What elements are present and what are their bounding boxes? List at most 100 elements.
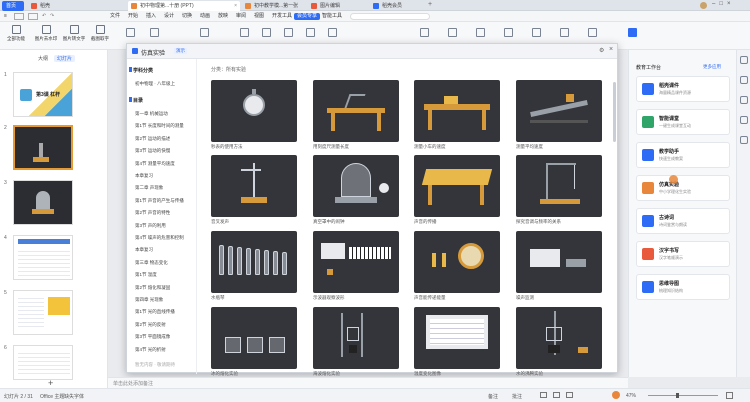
- zoom-slider[interactable]: [648, 395, 718, 396]
- tool-icon[interactable]: [476, 28, 485, 37]
- tab-document[interactable]: 初中教学模...第一张: [242, 1, 302, 11]
- avatar[interactable]: [700, 2, 707, 9]
- workbench-item[interactable]: 汉字书写 汉字笔顺演示: [636, 241, 730, 267]
- experiment-title[interactable]: 噪声监测: [516, 295, 534, 301]
- screenshot-ocr-button[interactable]: 截图取字: [88, 25, 112, 42]
- tool-icon[interactable]: [740, 76, 748, 84]
- comment-toggle[interactable]: 批注: [512, 393, 522, 400]
- menu-review[interactable]: 审阅: [236, 11, 246, 22]
- slide-thumbnail-1[interactable]: 第3课 杠杆: [13, 72, 73, 117]
- image-to-text-button[interactable]: 图片转文字: [62, 25, 86, 42]
- menu-animation[interactable]: 动画: [200, 11, 210, 22]
- tool-icon[interactable]: [588, 28, 597, 37]
- search-input[interactable]: [350, 13, 430, 20]
- more-apps-link[interactable]: 更多应用: [703, 64, 721, 70]
- tool-icon[interactable]: [504, 28, 513, 37]
- category-item[interactable]: 第4节 光的折射: [135, 347, 166, 353]
- slide-thumbnail-3[interactable]: [13, 180, 73, 225]
- sorter-view-icon[interactable]: [553, 392, 560, 398]
- undo-icon[interactable]: ↶: [42, 11, 46, 22]
- category-item[interactable]: 第1节 长度和时间的测量: [135, 123, 184, 129]
- category-item[interactable]: 第4节 测量平均速度: [135, 161, 175, 167]
- redo-icon[interactable]: ↷: [50, 11, 54, 22]
- experiment-title[interactable]: 测量小车的速度: [414, 144, 446, 150]
- all-features-button[interactable]: 全部功能: [4, 25, 28, 42]
- category-item[interactable]: 第1节 光的直线传播: [135, 309, 175, 315]
- print-icon[interactable]: [28, 13, 38, 20]
- experiment-card[interactable]: [313, 231, 399, 293]
- category-item[interactable]: 第2节 光的反射: [135, 322, 166, 328]
- experiment-card[interactable]: [516, 155, 602, 217]
- experiment-card[interactable]: [313, 155, 399, 217]
- tool-icon[interactable]: [262, 28, 271, 37]
- menu-hamburger-icon[interactable]: ≡: [4, 11, 7, 22]
- experiment-title[interactable]: 用刻度尺测量长度: [313, 144, 349, 150]
- notes-bar[interactable]: 单击此处添加备注: [108, 377, 628, 388]
- experiment-card[interactable]: [414, 231, 500, 293]
- menu-home[interactable]: 开始: [128, 11, 138, 22]
- tab-home[interactable]: 首页: [2, 1, 24, 11]
- experiment-card[interactable]: [313, 80, 399, 142]
- add-slide-button[interactable]: +: [48, 378, 53, 388]
- fit-window-icon[interactable]: [726, 392, 733, 399]
- experiment-card[interactable]: [516, 231, 602, 293]
- category-item[interactable]: 第四章 光现象: [135, 297, 163, 303]
- workbench-item[interactable]: 稻壳课件 海量精品课件资源: [636, 76, 730, 102]
- window-controls[interactable]: –□×: [712, 1, 734, 7]
- tool-icon[interactable]: [740, 56, 748, 64]
- close-icon[interactable]: ×: [609, 46, 613, 53]
- tab-slides[interactable]: 幻灯片: [54, 55, 76, 62]
- menu-insert[interactable]: 插入: [146, 11, 156, 22]
- category-item[interactable]: 第1节 声音的产生与传播: [135, 198, 184, 204]
- experiment-title[interactable]: 探究音调与频率的关系: [516, 219, 561, 225]
- scrollbar[interactable]: [613, 82, 616, 142]
- experiment-card[interactable]: [414, 155, 500, 217]
- tool-icon[interactable]: [328, 28, 337, 37]
- tool-icon[interactable]: [740, 136, 748, 144]
- settings-icon[interactable]: ⚙: [599, 47, 604, 54]
- menu-design[interactable]: 设计: [164, 11, 174, 22]
- experiment-title[interactable]: 声音能传递能量: [414, 295, 446, 301]
- category-item[interactable]: 第二章 声现象: [135, 185, 163, 191]
- workbench-item[interactable]: 古诗词 诗词鉴赏与朗读: [636, 208, 730, 234]
- pdf-icon[interactable]: [126, 28, 135, 37]
- zoom-level[interactable]: 47%: [626, 393, 636, 399]
- experiment-title[interactable]: 真空罩中的闹钟: [313, 219, 345, 225]
- experiment-card[interactable]: [414, 80, 500, 142]
- slide-thumbnail-2[interactable]: [13, 125, 73, 170]
- reading-view-icon[interactable]: [566, 392, 573, 398]
- experiment-card[interactable]: [313, 307, 399, 369]
- menu-transition[interactable]: 切换: [182, 11, 192, 22]
- grade-selector[interactable]: 初中物理 · 八年级上: [135, 81, 175, 87]
- missing-font-button[interactable]: 缺失字体: [64, 393, 84, 400]
- tab-image-editor[interactable]: 图片编辑: [308, 1, 364, 11]
- slide-thumbnail-6[interactable]: [13, 345, 73, 380]
- category-item[interactable]: 本章复习: [135, 173, 153, 179]
- tool-icon[interactable]: [740, 96, 748, 104]
- menu-smart-tools[interactable]: 智能工具: [322, 11, 342, 22]
- experiment-card[interactable]: [516, 307, 602, 369]
- beautify-icon[interactable]: [150, 28, 159, 37]
- experiment-title[interactable]: 水瓶琴: [211, 295, 225, 301]
- slide-thumbnail-5[interactable]: [13, 290, 73, 335]
- tab-document-active[interactable]: 初中物理第...十册 (PPT) ×: [128, 1, 240, 11]
- tool-icon[interactable]: [532, 28, 541, 37]
- tool-icon[interactable]: [306, 28, 315, 37]
- experiment-card[interactable]: [211, 231, 297, 293]
- workbench-item[interactable]: 仿真实验 中小学理化生实验: [636, 175, 730, 201]
- tool-icon[interactable]: [740, 116, 748, 124]
- play-icon[interactable]: [612, 391, 620, 399]
- menu-view[interactable]: 视图: [254, 11, 264, 22]
- category-item[interactable]: 第3节 运动的快慢: [135, 148, 170, 154]
- workbench-item[interactable]: 思维导图 梳理知识结构: [636, 274, 730, 300]
- member-badge-icon[interactable]: [628, 28, 637, 37]
- tab-outline[interactable]: 大纲: [38, 55, 48, 62]
- tool-icon[interactable]: [560, 28, 569, 37]
- experiment-title[interactable]: 示波器观察波形: [313, 295, 345, 301]
- experiment-card[interactable]: [211, 155, 297, 217]
- category-item[interactable]: 第一章 机械运动: [135, 111, 168, 117]
- experiment-title[interactable]: 音叉发声: [211, 219, 229, 225]
- category-item[interactable]: 本章复习: [135, 247, 153, 253]
- remove-watermark-button[interactable]: 图片去水印: [34, 25, 58, 42]
- tab-docer[interactable]: 稻壳: [28, 1, 118, 11]
